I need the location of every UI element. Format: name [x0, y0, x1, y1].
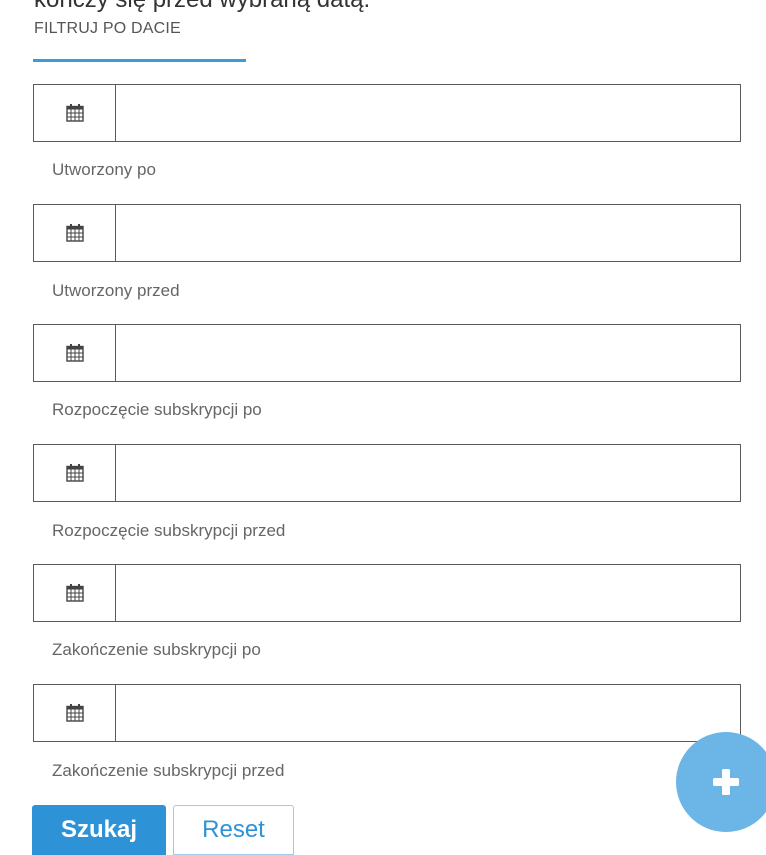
subscription-start-after-label: Rozpoczęcie subskrypcji po	[52, 400, 262, 419]
calendar-icon	[65, 584, 84, 602]
calendar-addon[interactable]	[34, 565, 116, 621]
created-before-label: Utworzony przed	[52, 281, 180, 300]
calendar-icon	[65, 464, 84, 482]
subscription-end-after-input[interactable]	[116, 565, 740, 621]
calendar-addon[interactable]	[34, 445, 116, 501]
search-button[interactable]: Szukaj	[32, 805, 166, 855]
section-title: FILTRUJ PO DACIE	[34, 20, 181, 37]
calendar-addon[interactable]	[34, 205, 116, 261]
calendar-addon[interactable]	[34, 85, 116, 141]
created-after-label: Utworzony po	[52, 160, 156, 179]
subscription-start-before-label: Rozpoczęcie subskrypcji przed	[52, 521, 286, 540]
subscription-start-before-input[interactable]	[116, 445, 740, 501]
calendar-addon[interactable]	[34, 685, 116, 741]
section-title-underline	[33, 59, 246, 62]
date-field-subscription-start-after	[33, 324, 741, 382]
calendar-icon	[65, 224, 84, 242]
date-field-subscription-start-before	[33, 444, 741, 502]
calendar-icon	[65, 344, 84, 362]
created-before-input[interactable]	[116, 205, 740, 261]
date-field-created-after	[33, 84, 741, 142]
calendar-addon[interactable]	[34, 325, 116, 381]
calendar-icon	[65, 704, 84, 722]
date-filter-page: kończy się przed wybraną datą. FILTRUJ P…	[0, 0, 766, 855]
calendar-icon	[65, 104, 84, 122]
subscription-end-before-input[interactable]	[116, 685, 740, 741]
reset-button[interactable]: Reset	[173, 805, 294, 855]
subscription-end-before-label: Zakończenie subskrypcji przed	[52, 761, 285, 780]
plus-icon	[713, 769, 739, 795]
date-field-subscription-end-before	[33, 684, 741, 742]
subscription-start-after-input[interactable]	[116, 325, 740, 381]
date-field-created-before	[33, 204, 741, 262]
subscription-end-after-label: Zakończenie subskrypcji po	[52, 640, 261, 659]
created-after-input[interactable]	[116, 85, 740, 141]
date-field-subscription-end-after	[33, 564, 741, 622]
add-fab-button[interactable]	[676, 732, 766, 832]
clipped-heading-text: kończy się przed wybraną datą.	[34, 0, 370, 14]
